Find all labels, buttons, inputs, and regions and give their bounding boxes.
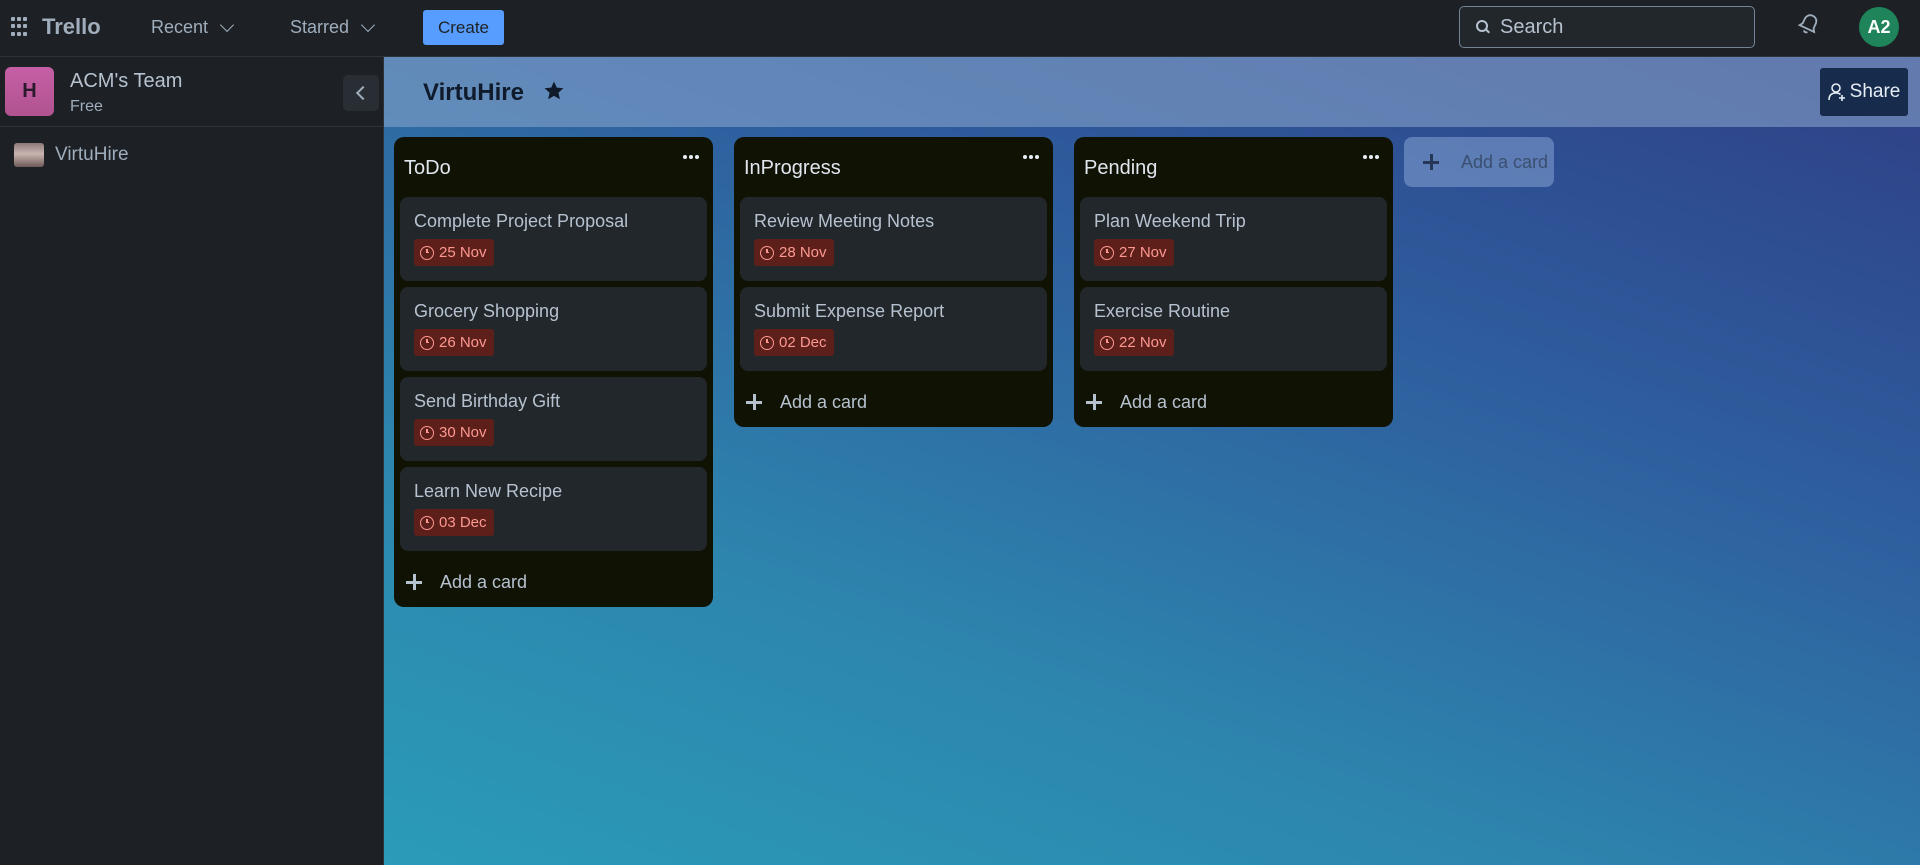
due-date-badge[interactable]: 30 Nov (414, 419, 494, 446)
plus-icon (1086, 394, 1102, 410)
share-button[interactable]: Share (1820, 68, 1908, 116)
due-date-badge[interactable]: 03 Dec (414, 509, 494, 536)
list-inprogress: InProgress Review Meeting Notes 28 Nov S… (734, 137, 1053, 427)
create-button[interactable]: Create (423, 10, 504, 45)
starred-dropdown[interactable]: Starred (290, 17, 376, 38)
sidebar: H ACM's Team Free VirtuHire (0, 57, 384, 865)
workspace-name: ACM's Team (70, 70, 183, 92)
collapse-sidebar-button[interactable] (343, 75, 379, 111)
due-date-badge[interactable]: 22 Nov (1094, 329, 1174, 356)
clock-icon (1100, 245, 1114, 260)
clock-icon (420, 425, 434, 440)
add-card-button[interactable]: Add a card (406, 567, 527, 597)
due-date-text: 30 Nov (439, 424, 487, 441)
star-icon[interactable] (542, 79, 566, 103)
due-date-text: 27 Nov (1119, 244, 1167, 261)
due-date-text: 25 Nov (439, 244, 487, 261)
due-date-badge[interactable]: 26 Nov (414, 329, 494, 356)
card-title: Plan Weekend Trip (1094, 211, 1246, 231)
due-date-badge[interactable]: 25 Nov (414, 239, 494, 266)
add-person-icon (1827, 83, 1845, 101)
search-icon (1476, 20, 1490, 34)
board-thumbnail (14, 143, 44, 167)
list-title[interactable]: Pending (1084, 157, 1157, 180)
add-card-button[interactable]: Add a card (746, 387, 867, 417)
list-todo: ToDo Complete Project Proposal 25 Nov Gr… (394, 137, 713, 607)
recent-dropdown[interactable]: Recent (151, 17, 235, 38)
list-menu-icon[interactable] (1359, 149, 1383, 165)
due-date-text: 22 Nov (1119, 334, 1167, 351)
list-pending: Pending Plan Weekend Trip 27 Nov Exercis… (1074, 137, 1393, 427)
add-list-button[interactable]: Add a card (1404, 137, 1554, 187)
plus-icon (406, 574, 422, 590)
clock-icon (760, 245, 774, 260)
card-title: Learn New Recipe (414, 481, 563, 501)
list-title[interactable]: ToDo (404, 157, 451, 180)
chevron-down-icon (219, 17, 235, 32)
add-card-label: Add a card (780, 391, 868, 412)
card-title: Complete Project Proposal (414, 211, 629, 231)
share-label: Share (1849, 81, 1901, 102)
card-title: Review Meeting Notes (754, 211, 935, 231)
due-date-text: 26 Nov (439, 334, 487, 351)
board-header: VirtuHire Share (384, 57, 1920, 127)
clock-icon (420, 335, 434, 350)
workspace-header: H ACM's Team Free (0, 57, 384, 127)
recent-label: Recent (151, 17, 209, 37)
workspace-logo: H (5, 67, 54, 116)
starred-label: Starred (290, 17, 350, 37)
list-menu-icon[interactable] (679, 149, 703, 165)
notifications-icon[interactable] (1797, 12, 1821, 36)
chevron-left-icon (355, 85, 371, 101)
card-title: Submit Expense Report (754, 301, 945, 321)
due-date-badge[interactable]: 28 Nov (754, 239, 834, 266)
board-title[interactable]: VirtuHire (423, 79, 524, 107)
due-date-badge[interactable]: 27 Nov (1094, 239, 1174, 266)
workspace-plan: Free (70, 98, 103, 115)
chevron-down-icon (360, 17, 376, 32)
clock-icon (420, 245, 434, 260)
plus-icon (1423, 154, 1439, 170)
card-title: Exercise Routine (1094, 301, 1231, 321)
sidebar-item-virtuhire[interactable]: VirtuHire (0, 133, 384, 177)
add-card-label: Add a card (1120, 391, 1208, 412)
list-menu-icon[interactable] (1019, 149, 1043, 165)
due-date-text: 03 Dec (439, 514, 487, 531)
card[interactable]: Send Birthday Gift 30 Nov (400, 377, 707, 461)
clock-icon (420, 515, 434, 530)
board-canvas: VirtuHire Share ToDo Complete Project Pr… (384, 57, 1920, 865)
due-date-text: 28 Nov (779, 244, 827, 261)
add-list-label: Add a card (1461, 151, 1549, 172)
sidebar-item-label: VirtuHire (55, 144, 129, 165)
card[interactable]: Plan Weekend Trip 27 Nov (1080, 197, 1387, 281)
clock-icon (1100, 335, 1114, 350)
top-navbar: Trello Recent Starred Create A2 (0, 0, 1920, 57)
search-box[interactable] (1459, 6, 1755, 48)
trello-logo[interactable]: Trello (42, 14, 101, 40)
due-date-text: 02 Dec (779, 334, 827, 351)
card-title: Grocery Shopping (414, 301, 560, 321)
card-title: Send Birthday Gift (414, 391, 561, 411)
plus-icon (746, 394, 762, 410)
list-title[interactable]: InProgress (744, 157, 841, 180)
add-card-button[interactable]: Add a card (1086, 387, 1207, 417)
clock-icon (760, 335, 774, 350)
card[interactable]: Grocery Shopping 26 Nov (400, 287, 707, 371)
search-input[interactable] (1500, 15, 1740, 39)
card[interactable]: Submit Expense Report 02 Dec (740, 287, 1047, 371)
card[interactable]: Learn New Recipe 03 Dec (400, 467, 707, 551)
card[interactable]: Exercise Routine 22 Nov (1080, 287, 1387, 371)
due-date-badge[interactable]: 02 Dec (754, 329, 834, 356)
add-card-label: Add a card (440, 571, 528, 592)
card[interactable]: Review Meeting Notes 28 Nov (740, 197, 1047, 281)
card[interactable]: Complete Project Proposal 25 Nov (400, 197, 707, 281)
user-avatar[interactable]: A2 (1859, 7, 1899, 47)
app-switcher-icon[interactable] (11, 17, 31, 37)
